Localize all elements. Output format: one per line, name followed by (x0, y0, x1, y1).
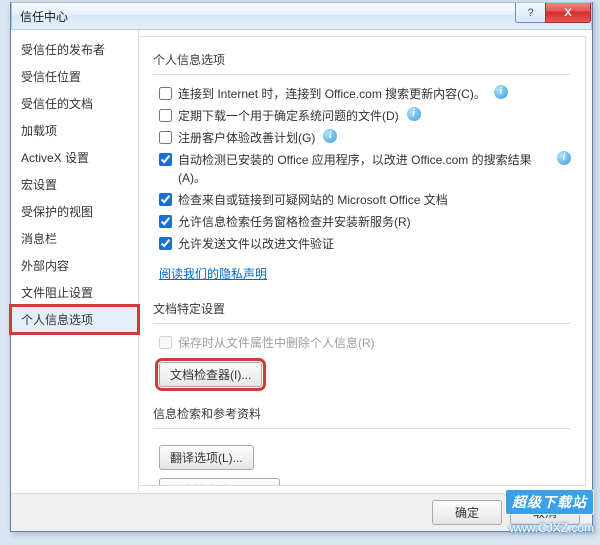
research-options-button[interactable]: 信息检索选项(H)... (159, 478, 280, 486)
sidebar: 受信任的发布者 受信任位置 受信任的文档 加载项 ActiveX 设置 宏设置 … (11, 30, 139, 492)
label-check-suspicious: 检查来自或链接到可疑网站的 Microsoft Office 文档 (178, 191, 448, 209)
option-ceip: 注册客户体验改善计划(G) i (159, 129, 571, 147)
info-icon[interactable]: i (494, 85, 508, 99)
option-auto-detect: 自动检测已安装的 Office 应用程序，以改进 Office.com 的搜索结… (159, 151, 571, 187)
watermark-badge: 超级下载站 (505, 489, 594, 515)
titlebar[interactable]: 信任中心 ? X (11, 2, 592, 30)
close-button[interactable]: X (545, 3, 591, 23)
checkbox-ceip[interactable] (159, 131, 172, 144)
window-buttons: ? X (515, 3, 591, 23)
label-remove-info: 保存时从文件属性中删除个人信息(R) (178, 334, 375, 352)
sidebar-item-file-block[interactable]: 文件阻止设置 (11, 279, 138, 306)
client-area: 受信任的发布者 受信任位置 受信任的文档 加载项 ActiveX 设置 宏设置 … (11, 30, 592, 492)
info-icon[interactable]: i (407, 107, 421, 121)
sidebar-item-privacy[interactable]: 个人信息选项 (11, 306, 138, 333)
checkbox-research-pane[interactable] (159, 215, 172, 228)
label-send-files: 允许发送文件以改进文件验证 (178, 235, 334, 253)
checkbox-check-suspicious[interactable] (159, 193, 172, 206)
document-inspector-button[interactable]: 文档检查器(I)... (159, 362, 262, 387)
checkbox-send-files[interactable] (159, 237, 172, 250)
section-header-research: 信息检索和参考资料 (153, 401, 571, 429)
content-pane: 个人信息选项 连接到 Internet 时，连接到 Office.com 搜索更… (139, 36, 586, 486)
sidebar-item-macro[interactable]: 宏设置 (11, 171, 138, 198)
info-icon[interactable]: i (557, 151, 571, 165)
sidebar-item-documents[interactable]: 受信任的文档 (11, 90, 138, 117)
sidebar-item-addins[interactable]: 加载项 (11, 117, 138, 144)
help-button[interactable]: ? (515, 3, 545, 23)
option-send-files: 允许发送文件以改进文件验证 (159, 235, 571, 253)
option-research-pane: 允许信息检索任务窗格检查并安装新服务(R) (159, 213, 571, 231)
sidebar-item-locations[interactable]: 受信任位置 (11, 63, 138, 90)
checkbox-auto-detect[interactable] (159, 153, 172, 166)
checkbox-remove-info (159, 336, 172, 349)
checkbox-connect-office[interactable] (159, 87, 172, 100)
window-title: 信任中心 (20, 8, 68, 25)
privacy-statement-link[interactable]: 阅读我们的隐私声明 (159, 265, 267, 282)
section-header-privacy: 个人信息选项 (153, 47, 571, 75)
label-connect-office: 连接到 Internet 时，连接到 Office.com 搜索更新内容(C)。 (178, 85, 486, 103)
sidebar-item-activex[interactable]: ActiveX 设置 (11, 144, 138, 171)
info-icon[interactable]: i (323, 129, 337, 143)
watermark-url: www.CJXZ.com (509, 521, 594, 535)
label-download-file: 定期下载一个用于确定系统问题的文件(D) (178, 107, 399, 125)
sidebar-item-protected-view[interactable]: 受保护的视图 (11, 198, 138, 225)
ok-button[interactable]: 确定 (432, 500, 502, 525)
option-download-file: 定期下载一个用于确定系统问题的文件(D) i (159, 107, 571, 125)
option-check-suspicious: 检查来自或链接到可疑网站的 Microsoft Office 文档 (159, 191, 571, 209)
section-header-doc: 文档特定设置 (153, 296, 571, 324)
option-connect-office: 连接到 Internet 时，连接到 Office.com 搜索更新内容(C)。… (159, 85, 571, 103)
translate-options-button[interactable]: 翻译选项(L)... (159, 445, 254, 470)
sidebar-item-message-bar[interactable]: 消息栏 (11, 225, 138, 252)
sidebar-item-external[interactable]: 外部内容 (11, 252, 138, 279)
label-ceip: 注册客户体验改善计划(G) (178, 129, 315, 147)
trust-center-window: 信任中心 ? X 受信任的发布者 受信任位置 受信任的文档 加载项 Active… (10, 2, 593, 532)
label-auto-detect: 自动检测已安装的 Office 应用程序，以改进 Office.com 的搜索结… (178, 151, 549, 187)
option-remove-info: 保存时从文件属性中删除个人信息(R) (159, 334, 571, 352)
label-research-pane: 允许信息检索任务窗格检查并安装新服务(R) (178, 213, 411, 231)
checkbox-download-file[interactable] (159, 109, 172, 122)
sidebar-item-publishers[interactable]: 受信任的发布者 (11, 36, 138, 63)
